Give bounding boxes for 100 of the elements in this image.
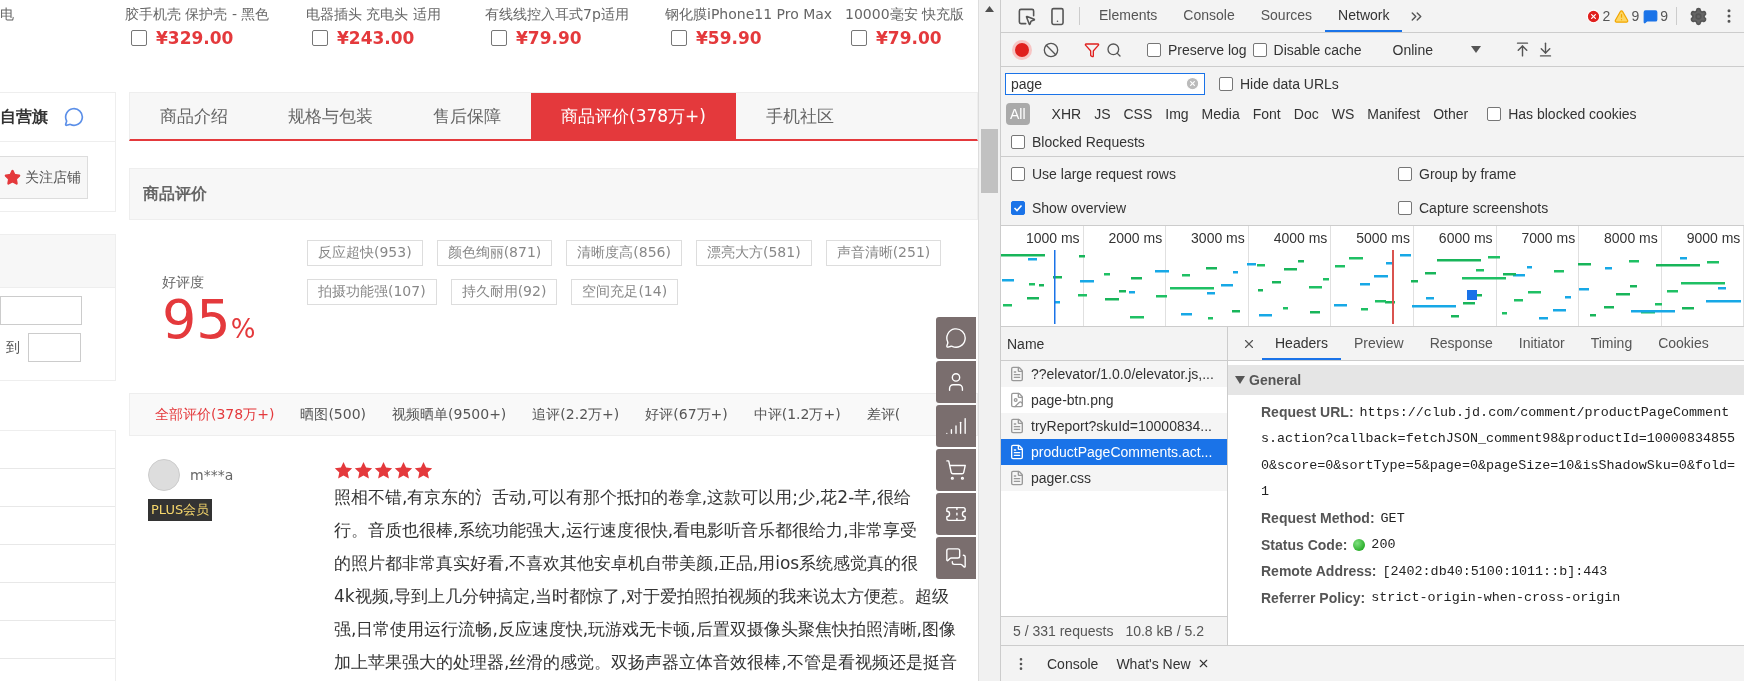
detail-tab[interactable]: Initiator [1505, 327, 1578, 360]
product-name[interactable]: 电器插头 充电头 适用 [306, 6, 485, 24]
detail-tab[interactable]: Headers [1262, 327, 1341, 360]
record-button[interactable] [1015, 42, 1029, 57]
checkbox[interactable] [671, 30, 687, 46]
scroll-up-icon[interactable] [985, 6, 994, 12]
side-tool-button[interactable] [936, 537, 976, 579]
product-name[interactable]: 10000毫安 快充版 [845, 6, 978, 24]
filter-icon[interactable] [1084, 41, 1100, 58]
type-filter[interactable]: Media [1197, 103, 1244, 125]
type-filter[interactable]: CSS [1119, 103, 1157, 125]
drawer-tab[interactable]: Console [1047, 655, 1099, 672]
checkbox[interactable] [1219, 76, 1233, 91]
detail-tab[interactable]: Preview [1340, 327, 1417, 360]
filter-link[interactable]: 全部评价(378万+) [155, 405, 275, 424]
header-value: strict-origin-when-cross-origin [1371, 590, 1621, 606]
checkbox[interactable] [851, 30, 867, 46]
review-tag[interactable]: 漂亮大方(581) [695, 240, 812, 266]
column-header[interactable]: Name [1007, 335, 1045, 352]
throttle-select[interactable]: Online [1386, 41, 1489, 58]
side-tool-button[interactable] [936, 493, 976, 535]
filter-link[interactable]: 晒图(500) [300, 405, 367, 424]
file-icon [1009, 444, 1025, 460]
checkbox[interactable] [1147, 42, 1161, 57]
product-name[interactable]: 电 [0, 6, 125, 24]
type-filter[interactable]: WS [1327, 103, 1359, 125]
checkbox[interactable] [1011, 201, 1025, 215]
clear-icon[interactable] [1043, 41, 1059, 58]
type-filter[interactable]: Img [1161, 103, 1193, 125]
chat-icon[interactable] [64, 107, 84, 127]
checkbox[interactable] [1011, 167, 1025, 181]
checkbox[interactable] [1011, 135, 1025, 149]
type-filter[interactable]: JS [1090, 103, 1115, 125]
filter-link[interactable]: 视频晒单(9500+) [392, 405, 507, 424]
review-tag[interactable]: 反应超快(953) [307, 240, 423, 266]
shop-name[interactable]: 自营旗 [0, 106, 48, 128]
panel-tab[interactable]: Console [1170, 0, 1248, 32]
panel-tab[interactable]: Sources [1247, 0, 1326, 32]
side-tool-button[interactable] [936, 317, 976, 359]
review-text-line: 的照片都非常真实好看,不喜欢其他安卓机自带美颜,正品,用ios系统感觉真的很 [334, 552, 919, 575]
scrollbar[interactable] [978, 0, 1000, 681]
clear-input-icon[interactable] [1185, 76, 1200, 91]
checkbox[interactable] [491, 30, 507, 46]
tab[interactable]: 商品评价(378万+) [531, 93, 736, 139]
drawer-tab[interactable]: What's New [1116, 655, 1210, 672]
price-input[interactable] [28, 333, 81, 362]
rating-value: 95 [162, 290, 231, 350]
review-tag[interactable]: 颜色绚丽(871) [436, 240, 553, 266]
filter-link[interactable]: 追评(2.2万+) [532, 405, 620, 424]
error-count[interactable]: 2 [1602, 8, 1611, 24]
checkbox-label: Use large request rows [1032, 166, 1176, 182]
warning-count[interactable]: 9 [1631, 8, 1640, 24]
checkbox[interactable] [1398, 167, 1412, 181]
checkbox[interactable] [1398, 201, 1412, 215]
product-name[interactable]: 有线线控入耳式7p适用 [485, 6, 665, 24]
type-filter[interactable]: Doc [1289, 103, 1323, 125]
product-name[interactable]: 钢化膜iPhone11 Pro Max [665, 6, 845, 24]
tab[interactable]: 手机社区 [735, 93, 864, 139]
review-tag[interactable]: 空间充足(14) [571, 279, 679, 305]
request-row[interactable]: productPageComments.act... [1001, 439, 1227, 465]
type-filter[interactable]: Manifest [1363, 103, 1425, 125]
review-tag[interactable]: 拍摄功能强(107) [307, 279, 437, 305]
filter-link[interactable]: 中评(1.2万+) [753, 405, 841, 424]
search-icon[interactable] [1106, 41, 1122, 58]
checkbox[interactable] [1252, 42, 1267, 57]
request-row[interactable]: ??elevator/1.0.0/elevator.js,... [1001, 361, 1227, 387]
type-filter[interactable]: XHR [1047, 103, 1086, 125]
review-tag[interactable]: 持久耐用(92) [450, 279, 558, 305]
request-row[interactable]: pager.css [1001, 465, 1227, 491]
expand-triangle-icon[interactable] [1235, 376, 1245, 384]
follow-button[interactable]: 关注店铺 [0, 156, 88, 199]
tab[interactable]: 规格与包装 [258, 93, 403, 139]
checkbox[interactable] [131, 30, 147, 46]
price-input[interactable] [0, 296, 82, 325]
type-filter[interactable]: Font [1248, 103, 1285, 125]
side-tool-button[interactable] [936, 405, 976, 447]
message-count[interactable]: 9 [1660, 8, 1668, 24]
filter-link[interactable]: 差评( [866, 405, 901, 424]
detail-tab[interactable]: Timing [1577, 327, 1646, 360]
side-tool-button[interactable] [936, 449, 976, 491]
tab[interactable]: 售后保障 [403, 93, 531, 139]
detail-tab[interactable]: Response [1416, 327, 1506, 360]
tab[interactable]: 商品介绍 [130, 93, 258, 139]
product-name[interactable]: 胶手机壳 保护壳 - 黑色 [125, 6, 306, 24]
review-tag[interactable]: 清晰度高(856) [566, 240, 682, 266]
scrollbar-thumb[interactable] [981, 129, 998, 193]
section-header[interactable]: General [1228, 365, 1744, 395]
request-row[interactable]: tryReport?skuId=10000834... [1001, 413, 1227, 439]
detail-tab[interactable]: Cookies [1645, 327, 1722, 360]
filter-link[interactable]: 好评(67万+) [645, 405, 728, 424]
filter-input[interactable]: page [1005, 72, 1205, 95]
download-icon[interactable] [1537, 41, 1554, 58]
checkbox[interactable] [1487, 107, 1502, 121]
checkbox[interactable] [312, 30, 328, 46]
review-tag[interactable]: 声音清晰(251) [825, 240, 942, 266]
side-tool-button[interactable] [936, 361, 976, 403]
warning-icon [1614, 8, 1630, 24]
type-filter[interactable]: Other [1429, 103, 1473, 125]
panel-tab[interactable]: Elements [1086, 0, 1171, 32]
upload-icon[interactable] [1514, 41, 1531, 58]
